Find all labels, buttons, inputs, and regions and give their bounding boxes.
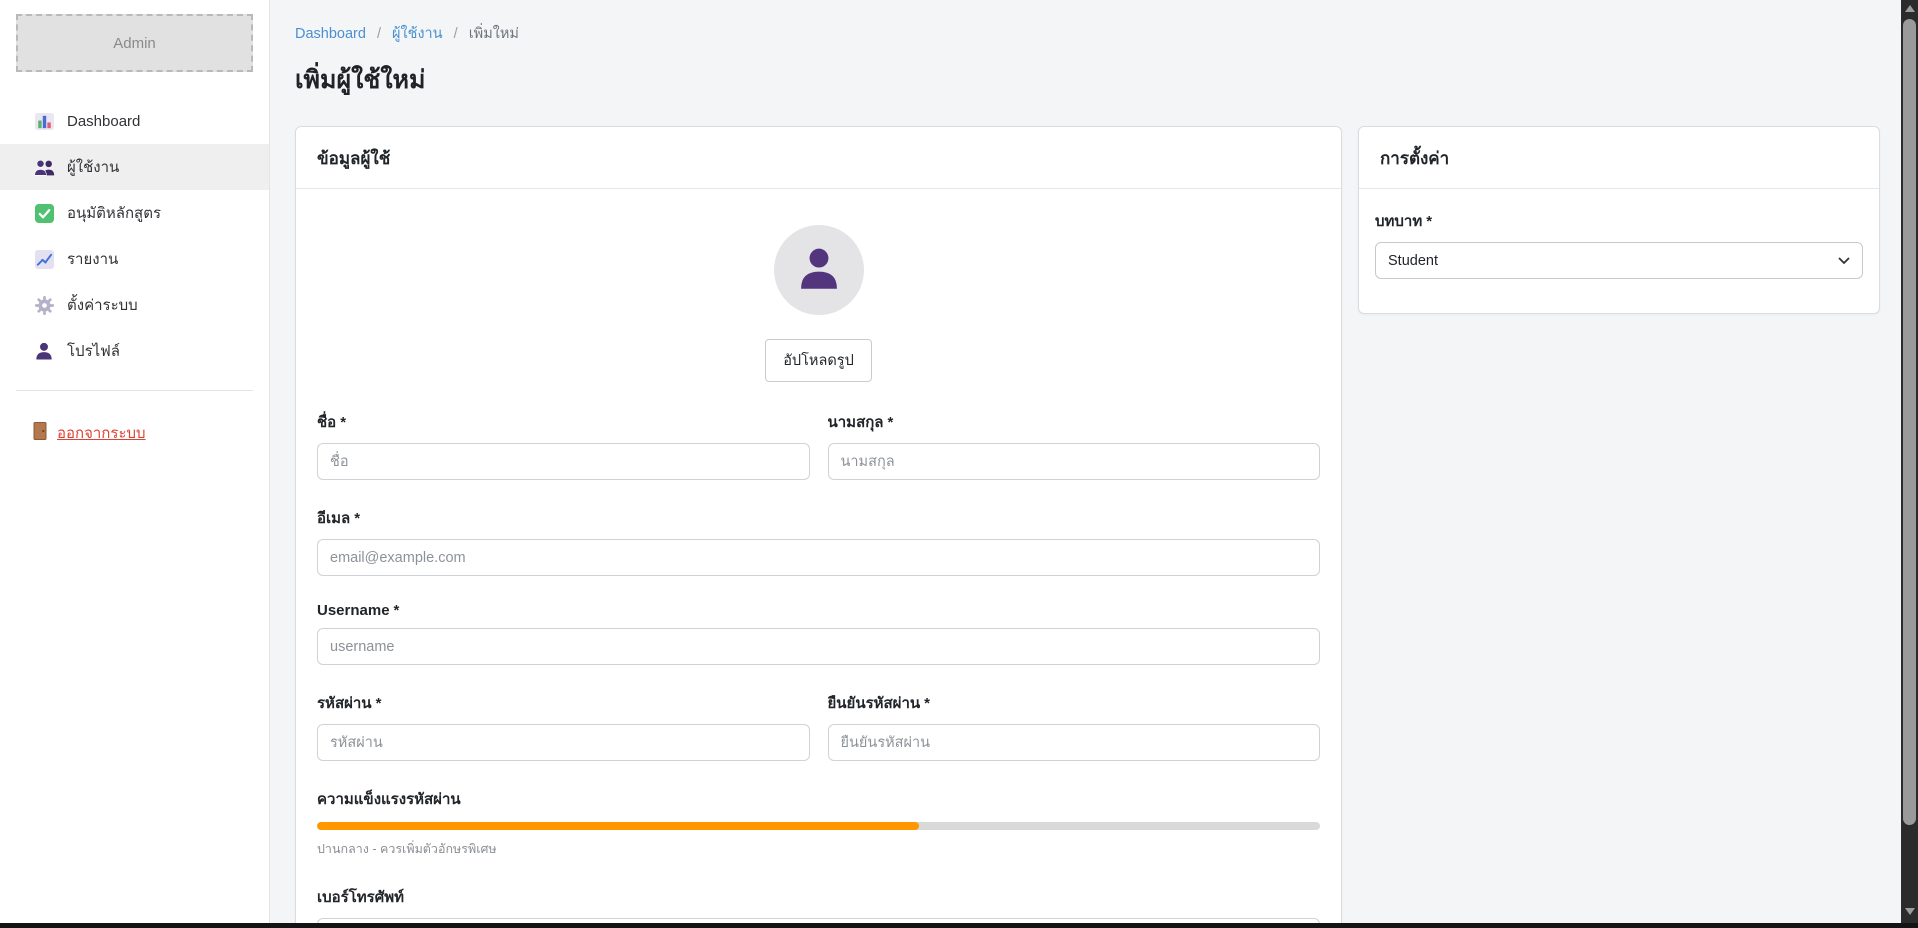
sidebar-item-label: รายงาน (67, 247, 118, 271)
avatar-person-icon (796, 245, 842, 296)
role-select[interactable]: Student (1375, 242, 1863, 279)
sidebar-item-label: ผู้ใช้งาน (67, 155, 119, 179)
breadcrumb-separator: / (454, 26, 458, 42)
person-icon (33, 342, 55, 360)
last-name-field[interactable] (828, 443, 1321, 480)
breadcrumb-separator: / (377, 26, 381, 42)
sidebar-item-users[interactable]: ผู้ใช้งาน (0, 144, 269, 190)
sidebar-divider (16, 390, 253, 391)
user-info-card: ข้อมูลผู้ใช้ อัปโหลดรูป (295, 126, 1342, 928)
sidebar-item-approve-courses[interactable]: อนุมัติหลักสูตร (0, 190, 269, 236)
password-label: รหัสผ่าน* (317, 691, 810, 715)
logout-label: ออกจากระบบ (57, 421, 146, 445)
avatar (774, 225, 864, 315)
settings-card: การตั้งค่า บทบาท* Student (1358, 126, 1880, 314)
chart-up-icon (33, 250, 55, 269)
sidebar-item-reports[interactable]: รายงาน (0, 236, 269, 282)
settings-card-title: การตั้งค่า (1359, 127, 1879, 189)
taskbar-edge (0, 923, 1918, 928)
vertical-scrollbar[interactable] (1901, 0, 1918, 928)
check-icon (33, 204, 55, 223)
sidebar-item-label: Dashboard (67, 113, 140, 130)
breadcrumb-users[interactable]: ผู้ใช้งาน (392, 26, 443, 42)
sidebar-nav: Dashboard ผู้ใช้งาน (0, 98, 269, 374)
sidebar-item-label: โปรไฟล์ (67, 339, 120, 363)
bar-chart-icon (33, 112, 55, 131)
last-name-label: นามสกุล* (828, 410, 1321, 434)
first-name-label: ชื่อ* (317, 410, 810, 434)
first-name-field[interactable] (317, 443, 810, 480)
password-strength-caption: ปานกลาง - ควรเพิ่มตัวอักษรพิเศษ (317, 839, 1320, 859)
email-label: อีเมล* (317, 506, 1320, 530)
phone-label: เบอร์โทรศัพท์ (317, 885, 1320, 909)
breadcrumb: Dashboard / ผู้ใช้งาน / เพิ่มใหม่ (295, 22, 1880, 45)
role-label: บทบาท* (1375, 209, 1863, 233)
confirm-password-label: ยืนยันรหัสผ่าน* (828, 691, 1321, 715)
door-icon (33, 422, 47, 444)
admin-logo-text: Admin (113, 35, 156, 52)
role-select-value: Student (1388, 253, 1438, 269)
users-icon (33, 159, 55, 176)
scrollbar-up-arrow-icon[interactable] (1901, 0, 1918, 17)
upload-photo-button[interactable]: อัปโหลดรูป (765, 339, 872, 382)
password-strength-label: ความแข็งแรงรหัสผ่าน (317, 787, 1320, 811)
username-field[interactable] (317, 628, 1320, 665)
password-strength-bar (317, 822, 1320, 830)
scrollbar-down-arrow-icon[interactable] (1901, 903, 1918, 920)
chevron-down-icon (1838, 253, 1850, 269)
username-label: Username* (317, 602, 1320, 619)
sidebar-item-profile[interactable]: โปรไฟล์ (0, 328, 269, 374)
user-info-card-title: ข้อมูลผู้ใช้ (296, 127, 1341, 189)
breadcrumb-current: เพิ่มใหม่ (469, 26, 519, 42)
main-content: Dashboard / ผู้ใช้งาน / เพิ่มใหม่ เพิ่มผ… (270, 0, 1901, 928)
sidebar-item-system-settings[interactable]: ตั้งค่าระบบ (0, 282, 269, 328)
app-window: Admin Dashboard (0, 0, 1918, 928)
sidebar-item-label: อนุมัติหลักสูตร (67, 201, 161, 225)
password-field[interactable] (317, 724, 810, 761)
sidebar-item-label: ตั้งค่าระบบ (67, 293, 138, 317)
email-field[interactable] (317, 539, 1320, 576)
breadcrumb-dashboard[interactable]: Dashboard (295, 26, 366, 42)
sidebar: Admin Dashboard (0, 0, 270, 928)
gear-icon (33, 296, 55, 315)
page-title: เพิ่มผู้ใช้ใหม่ (295, 60, 1880, 100)
password-strength-fill (317, 822, 919, 830)
confirm-password-field[interactable] (828, 724, 1321, 761)
logout-link[interactable]: ออกจากระบบ (33, 421, 146, 445)
admin-logo: Admin (16, 14, 253, 72)
sidebar-item-dashboard[interactable]: Dashboard (0, 98, 269, 144)
scrollbar-thumb[interactable] (1903, 19, 1916, 825)
